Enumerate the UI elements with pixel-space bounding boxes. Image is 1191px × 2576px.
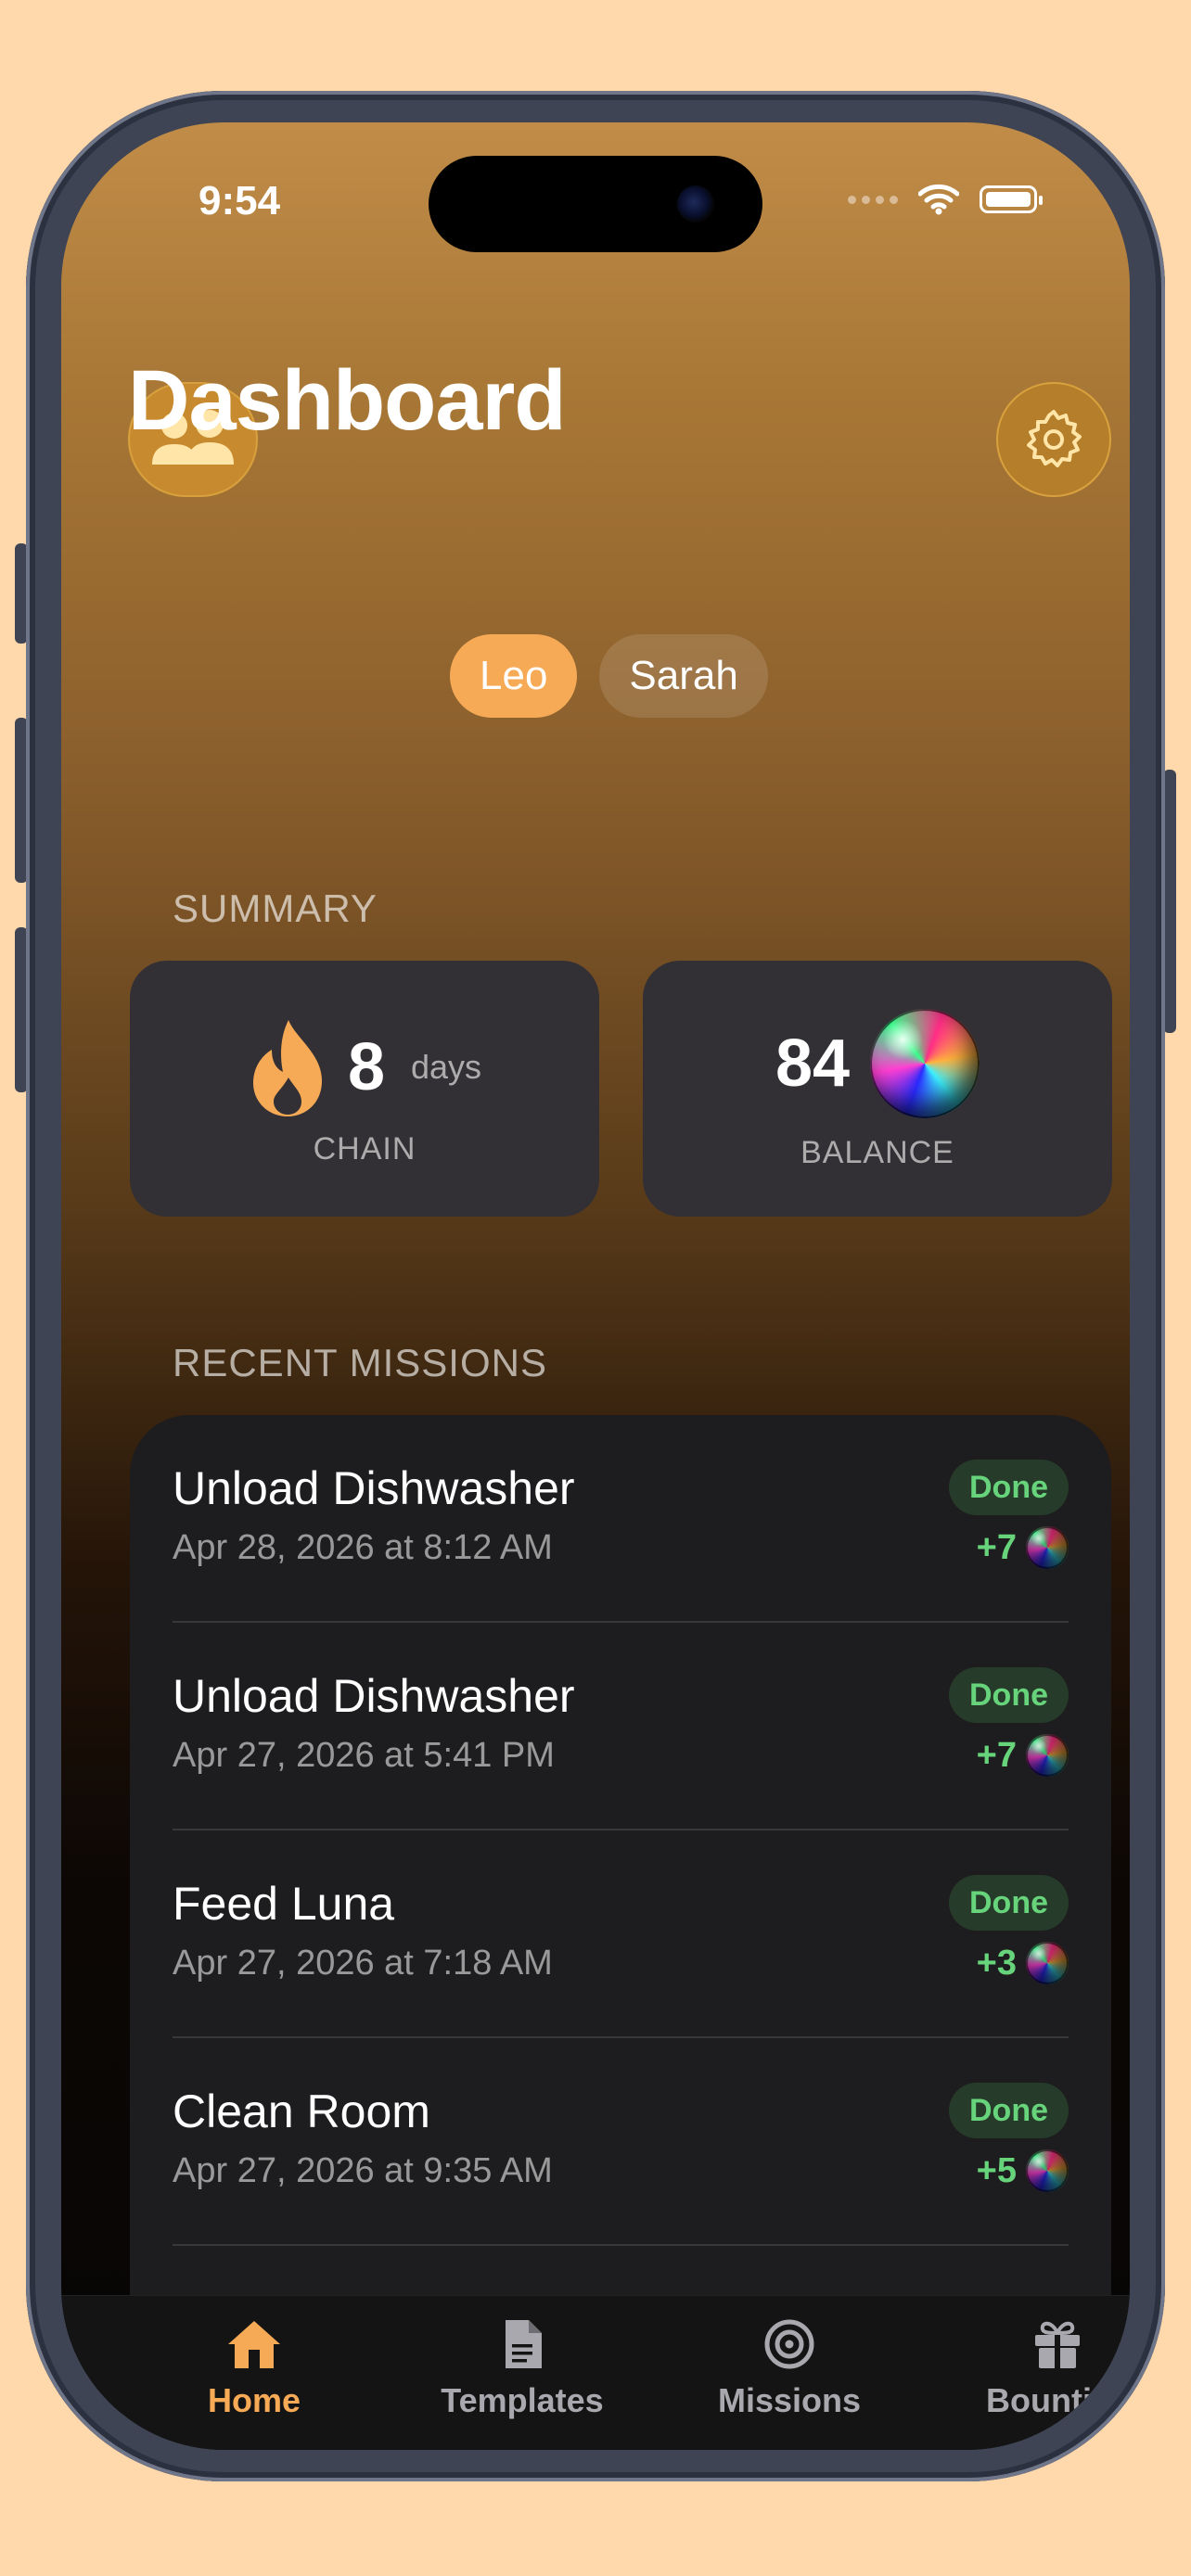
chain-unit: days [411,1048,482,1086]
mission-name: Unload Dishwasher [173,1670,575,1722]
coin-orb-icon [1026,1942,1069,1984]
mission-date: Apr 27, 2026 at 5:41 PM [173,1736,555,1775]
tab-label: Missions [717,2381,862,2419]
chain-card: 8 days CHAIN [130,961,599,1217]
tab-label: Bounties [985,2381,1129,2419]
power-button [1163,770,1176,1033]
phone-frame: 9:54 Dashboard Leo Sarah SUMMARY 8 days … [26,91,1165,2481]
mission-reward: +7 [977,1734,1069,1777]
divider [173,2244,1069,2246]
user-segment-sarah[interactable]: Sarah [599,634,768,718]
mission-date: Apr 27, 2026 at 9:35 AM [173,2151,553,2190]
mission-reward: +5 [977,2149,1069,2192]
reward-points: +7 [976,1735,1017,1775]
tab-label: Templates [441,2381,604,2419]
balance-label: BALANCE [800,1135,954,1170]
dynamic-island [429,156,762,252]
camera-lens [677,185,714,223]
status-badge: Done [949,1875,1069,1931]
house-icon [228,2321,280,2368]
coin-orb-icon [870,1009,980,1118]
reward-points: +5 [976,2150,1017,2190]
balance-card: 84 BALANCE [643,961,1112,1217]
settings-button[interactable] [996,382,1111,497]
mission-reward: +7 [977,1526,1069,1569]
mission-name: Feed Luna [173,1878,395,1930]
tab-label: Home [207,2381,301,2419]
status-time: 9:54 [198,178,281,223]
tab-templates[interactable]: Templates [411,2318,634,2420]
recent-missions-label: RECENT MISSIONS [173,1341,547,1384]
chain-label: CHAIN [313,1131,416,1167]
target-icon [764,2319,814,2369]
coin-orb-icon [1026,2149,1069,2192]
status-badge: Done [949,2083,1069,2138]
cellular-signal-icon [848,195,898,204]
list-item[interactable]: Unload Dishwasher Apr 27, 2026 at 5:41 P… [173,1623,1069,1830]
document-icon [506,2320,542,2368]
summary-section-label: SUMMARY [173,886,378,930]
coin-orb-icon [1026,1526,1069,1569]
coin-orb-icon [1026,1734,1069,1777]
gear-icon [1027,410,1082,467]
list-item[interactable]: Feed Luna Apr 27, 2026 at 7:18 AM Done +… [173,1830,1069,2038]
tab-bounties[interactable]: Bounties [946,2318,1130,2420]
mission-date: Apr 28, 2026 at 8:12 AM [173,1528,553,1567]
list-item[interactable]: Unload Dishwasher Apr 28, 2026 at 8:12 A… [173,1415,1069,1623]
flame-icon [252,1020,322,1116]
status-badge: Done [949,1460,1069,1515]
reward-points: +7 [976,1527,1017,1567]
mission-reward: +3 [977,1942,1069,1984]
user-switcher: Leo Sarah [450,634,768,718]
balance-value: 84 [775,1027,851,1101]
mission-name: Unload Dishwasher [173,1462,575,1514]
screen: 9:54 Dashboard Leo Sarah SUMMARY 8 days … [61,122,1130,2450]
page-title: Dashboard [128,353,567,448]
battery-icon [980,185,1043,213]
gift-icon [1035,2321,1080,2368]
tab-missions[interactable]: Missions [678,2318,901,2420]
status-indicators [848,184,1043,215]
status-badge: Done [949,1667,1069,1723]
reward-points: +3 [976,1943,1017,1983]
mission-name: Clean Room [173,2085,430,2137]
wifi-icon [918,184,959,215]
tab-bar: Home Templates Missions Bounties [61,2295,1130,2450]
tab-home[interactable]: Home [143,2318,365,2420]
list-item[interactable]: Clean Room Apr 27, 2026 at 9:35 AM Done … [173,2038,1069,2246]
chain-value: 8 [347,1030,385,1104]
user-segment-leo[interactable]: Leo [450,634,578,718]
mission-date: Apr 27, 2026 at 7:18 AM [173,1944,553,1983]
